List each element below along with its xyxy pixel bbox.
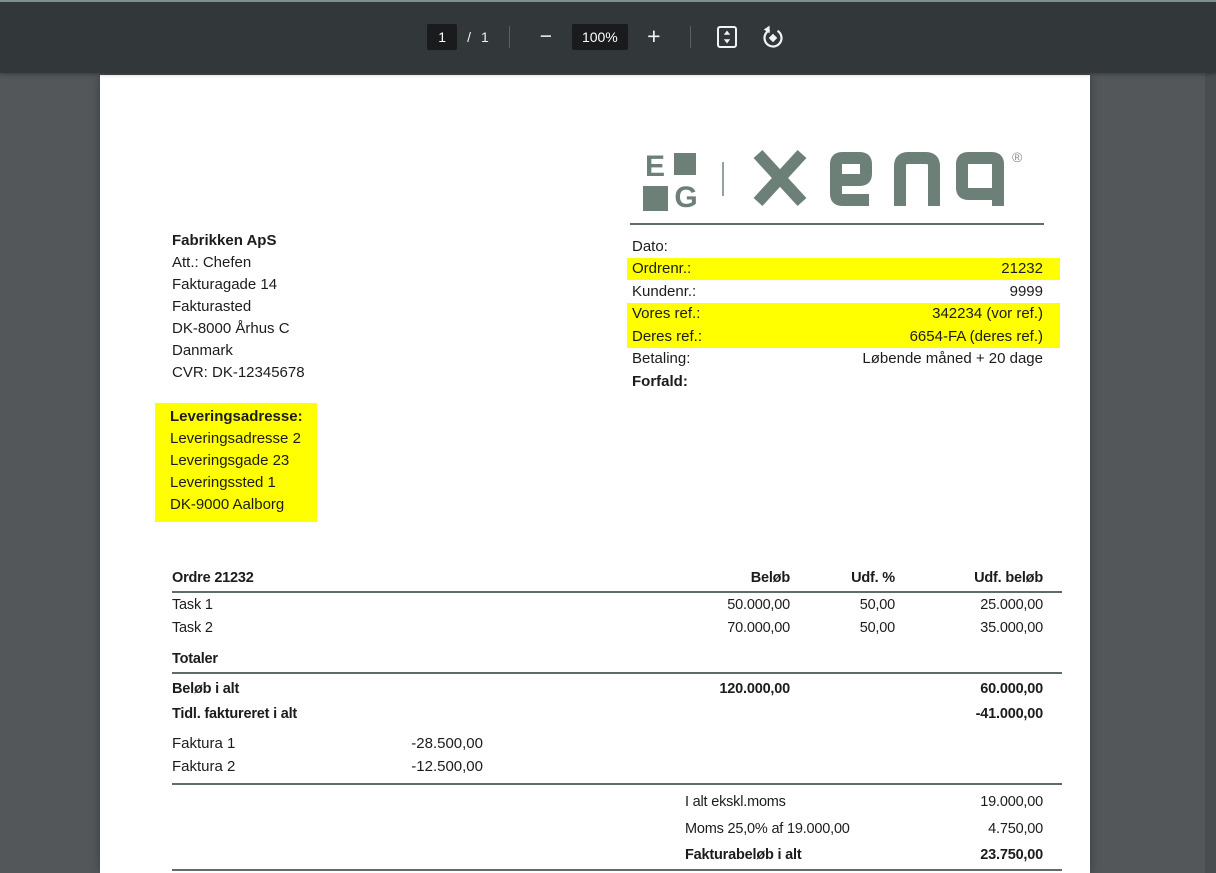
info-label: Forfald: — [632, 373, 688, 390]
eg-logo-letter-e: E — [645, 152, 664, 181]
page-number-input[interactable]: 1 — [427, 24, 457, 50]
info-label: Dato: — [632, 238, 668, 255]
pdf-page: E G ® Dato: — [100, 75, 1090, 873]
totals-section-label: Totaler — [172, 651, 218, 667]
info-row-kundenr: Kundenr.: 9999 — [627, 280, 1060, 303]
recipient-name: Fabrikken ApS — [172, 230, 305, 252]
info-value: 9999 — [1010, 283, 1043, 300]
fit-page-button[interactable] — [711, 21, 743, 53]
summary-label-invoice-total: Fakturabeløb i alt — [685, 847, 801, 863]
info-row-deres-ref: Deres ref.: 6654-FA (deres ref.) — [627, 325, 1060, 348]
col-header-udf-belob: Udf. beløb — [895, 570, 1043, 586]
prev-invoiced-amount: -41.000,00 — [895, 706, 1043, 722]
info-label: Vores ref.: — [632, 305, 700, 322]
info-label: Deres ref.: — [632, 328, 702, 345]
info-value: 6654-FA (deres ref.) — [910, 328, 1043, 345]
pdf-viewer-window: 1 / 1 − 100% + — [0, 0, 1216, 873]
zoom-out-icon: − — [540, 26, 552, 47]
logo-divider — [722, 162, 724, 196]
info-row-ordrenr: Ordrenr.: 21232 — [627, 258, 1060, 281]
delivery-line: Leveringssted 1 — [170, 472, 303, 494]
delivery-title: Leveringsadresse: — [170, 406, 303, 428]
pdf-scroll-area[interactable]: E G ® Dato: — [0, 73, 1216, 873]
table-rule — [172, 869, 1062, 871]
invoice-amount: -12.500,00 — [283, 758, 483, 775]
summary-value-invoice-total: 23.750,00 — [843, 847, 1043, 863]
info-value: 21232 — [1001, 260, 1043, 277]
table-header-row: Ordre 21232 Beløb Udf. % Udf. beløb — [172, 570, 1043, 586]
info-label: Betaling: — [632, 350, 690, 367]
page-separator: / — [467, 29, 471, 45]
table-rule — [172, 672, 1062, 674]
registered-trademark: ® — [1012, 149, 1022, 165]
cell-desc: Task 1 — [172, 597, 572, 613]
eg-logo-square — [674, 153, 696, 175]
summary-value: 4.750,00 — [843, 821, 1043, 837]
fit-page-icon — [714, 24, 740, 50]
zoom-in-button[interactable]: + — [638, 21, 670, 53]
eg-logo-letter-g: G — [674, 183, 696, 212]
window-top-edge — [0, 0, 1216, 2]
address-line: Fakturasted — [172, 296, 305, 318]
rotate-counterclockwise-icon — [760, 24, 786, 50]
zoom-out-button[interactable]: − — [530, 21, 562, 53]
info-value: Løbende måned + 20 dage — [862, 350, 1043, 367]
table-rule — [172, 783, 1062, 785]
recipient-address: Fabrikken ApS Att.: Chefen Fakturagade 1… — [172, 230, 305, 384]
table-rule — [172, 591, 1062, 593]
xena-wordmark — [752, 148, 1007, 208]
amount-total-row: Beløb i alt 120.000,00 60.000,00 — [172, 681, 1043, 697]
info-row-betaling: Betaling: Løbende måned + 20 dage — [627, 348, 1060, 371]
summary-value: 19.000,00 — [843, 794, 1043, 810]
delivery-line: Leveringsgade 23 — [170, 450, 303, 472]
zoom-level-input[interactable]: 100% — [572, 24, 628, 50]
cell-udf-pct: 50,00 — [790, 597, 895, 613]
eg-logo: E G — [640, 152, 700, 212]
prev-invoiced-label: Tidl. faktureret i alt — [172, 706, 572, 722]
cell-udf-belob: 35.000,00 — [895, 620, 1043, 636]
page-total: 1 — [481, 29, 489, 45]
col-header-udf-pct: Udf. % — [790, 570, 895, 586]
total-udf-belob: 60.000,00 — [895, 681, 1043, 697]
cell-udf-belob: 25.000,00 — [895, 597, 1043, 613]
summary-label: Moms 25,0% af 19.000,00 — [685, 821, 850, 837]
invoice-label: Faktura 1 — [172, 735, 235, 752]
rotate-button[interactable] — [757, 21, 789, 53]
delivery-line: Leveringsadresse 2 — [170, 428, 303, 450]
table-row: Task 2 70.000,00 50,00 35.000,00 — [172, 620, 1043, 636]
col-header-belob: Beløb — [572, 570, 790, 586]
previously-invoiced-row: Tidl. faktureret i alt -41.000,00 — [172, 706, 1043, 722]
invoice-label: Faktura 2 — [172, 758, 235, 775]
cell-udf-pct: 50,00 — [790, 620, 895, 636]
table-row: Task 1 50.000,00 50,00 25.000,00 — [172, 597, 1043, 613]
info-value: 342234 (vor ref.) — [932, 305, 1043, 322]
info-label: Kundenr.: — [632, 283, 696, 300]
scrollbar-track[interactable] — [1205, 73, 1216, 873]
info-row-vores-ref: Vores ref.: 342234 (vor ref.) — [627, 303, 1060, 326]
cell-belob: 70.000,00 — [572, 620, 790, 636]
address-line: DK-8000 Århus C — [172, 318, 305, 340]
cell-belob: 50.000,00 — [572, 597, 790, 613]
toolbar-divider — [509, 26, 510, 48]
info-row-forfald: Forfald: — [627, 370, 1060, 393]
zoom-in-icon: + — [647, 25, 660, 48]
address-line: Att.: Chefen — [172, 252, 305, 274]
info-row-dato: Dato: — [627, 235, 1060, 258]
address-line: Danmark — [172, 340, 305, 362]
summary-label: I alt ekskl.moms — [685, 794, 786, 810]
invoice-amount: -28.500,00 — [283, 735, 483, 752]
delivery-address: Leveringsadresse: Leveringsadresse 2 Lev… — [155, 403, 317, 522]
cell-desc: Task 2 — [172, 620, 572, 636]
total-label: Beløb i alt — [172, 681, 572, 697]
header-rule — [630, 223, 1044, 225]
col-header-ordre: Ordre 21232 — [172, 570, 572, 586]
info-label: Ordrenr.: — [632, 260, 691, 277]
address-line: CVR: DK-12345678 — [172, 362, 305, 384]
delivery-line: DK-9000 Aalborg — [170, 494, 303, 516]
toolbar-divider — [690, 26, 691, 48]
address-line: Fakturagade 14 — [172, 274, 305, 296]
total-belob: 120.000,00 — [572, 681, 790, 697]
eg-logo-square — [643, 186, 668, 211]
pdf-toolbar: 1 / 1 − 100% + — [0, 0, 1216, 73]
